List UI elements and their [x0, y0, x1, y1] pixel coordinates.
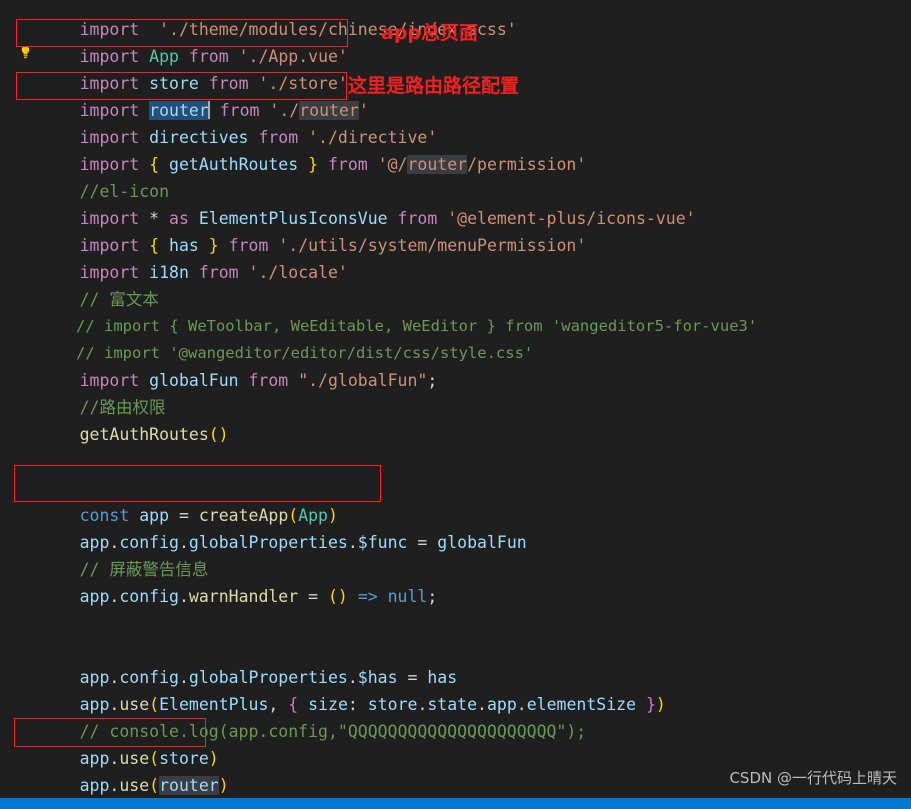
csdn-watermark: CSDN @一行代码上晴天 — [729, 769, 897, 787]
code-line-6[interactable]: import { getAuthRoutes } from '@/router/… — [0, 124, 911, 174]
code-line-8[interactable]: import * as ElementPlusIconsVue from '@e… — [0, 178, 911, 228]
lightbulb-icon[interactable] — [18, 44, 33, 61]
code-line-7[interactable]: //el-icon — [0, 151, 911, 201]
code-line-22[interactable]: app.config.warnHandler = () => null; — [0, 556, 911, 606]
code-line-23[interactable] — [0, 583, 911, 610]
code-line-25[interactable]: app.config.globalProperties.$has = has — [0, 637, 911, 687]
annotation-label-router: 这里是路由路径配置 — [348, 75, 520, 97]
code-line-9[interactable]: import { has } from './utils/system/menu… — [0, 205, 911, 255]
code-line-27[interactable]: // console.log(app.config,"QQQQQQQQQQQQQ… — [0, 691, 911, 741]
code-line-16[interactable]: getAuthRoutes() — [0, 394, 911, 444]
code-line-18[interactable] — [0, 448, 911, 475]
code-line-21[interactable]: // 屏蔽警告信息 — [0, 529, 911, 579]
code-line-24[interactable] — [0, 610, 911, 637]
code-line-14[interactable]: import globalFun from "./globalFun"; — [0, 340, 911, 390]
code-editor[interactable]: import './theme/modules/chinese/index.sc… — [0, 0, 911, 809]
code-line-12[interactable]: // import { WeToolbar, WeEditable, WeEdi… — [0, 286, 911, 335]
code-line-3[interactable]: import store from './store' — [0, 43, 911, 93]
annotation-label-app: app总页面 — [381, 22, 479, 44]
code-line-28[interactable]: app.use(store) — [0, 718, 911, 768]
code-line-20[interactable]: app.config.globalProperties.$func = glob… — [0, 502, 911, 552]
code-line-17[interactable] — [0, 421, 911, 448]
code-line-13[interactable]: // import '@wangeditor/editor/dist/css/s… — [0, 313, 911, 362]
code-line-19[interactable]: const app = createApp(App) — [0, 475, 911, 525]
code-line-15[interactable]: //路由权限 — [0, 367, 911, 417]
code-line-26[interactable]: app.use(ElementPlus, { size: store.state… — [0, 664, 911, 714]
code-content[interactable]: import './theme/modules/chinese/index.sc… — [0, 0, 911, 809]
code-line-11[interactable]: // 富文本 — [0, 259, 911, 309]
code-line-10[interactable]: import i18n from './locale' — [0, 232, 911, 282]
code-line-1[interactable]: import './theme/modules/chinese/index.sc… — [0, 0, 911, 39]
status-bar[interactable] — [0, 798, 911, 809]
code-line-5[interactable]: import directives from './directive' — [0, 97, 911, 147]
